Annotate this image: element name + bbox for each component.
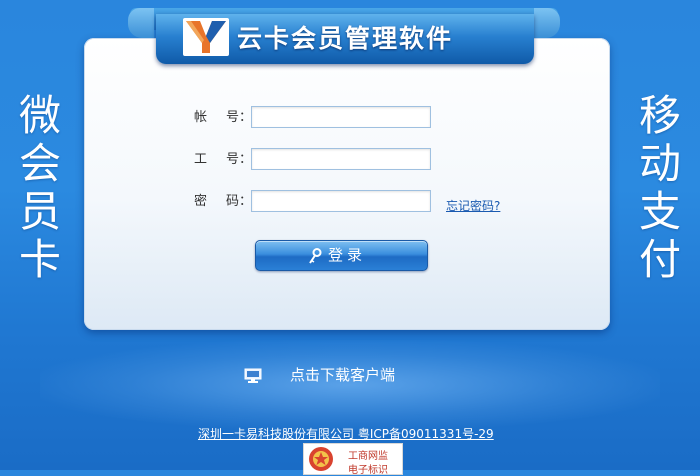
footer-copyright[interactable]: 深圳一卡易科技股份有限公司 粤ICP备09011331号-29 [198, 425, 494, 442]
login-button[interactable]: 登录 [255, 240, 428, 271]
side-left-char: 微 [18, 91, 61, 140]
emblem-icon [309, 447, 333, 471]
badge-line-1: 工商网监 [348, 451, 388, 462]
staff-label-b: 号： [226, 152, 253, 167]
download-client-link[interactable]: 点击下载客户端 [240, 360, 460, 390]
password-label-b: 码： [226, 194, 253, 209]
staff-label-a: 工 [194, 152, 208, 167]
password-label: 密 码： [194, 190, 253, 214]
key-icon [309, 248, 322, 264]
footer-company: 深圳一卡易科技股份有限公司 [198, 427, 355, 441]
computer-icon [244, 368, 262, 383]
footer-icp: 粤ICP备09011331号-29 [357, 427, 494, 441]
side-right-char: 支 [638, 187, 681, 236]
password-input[interactable] [251, 190, 431, 212]
download-label: 点击下载客户端 [290, 366, 396, 384]
account-label-b: 号： [226, 110, 253, 125]
side-slogan-left: 微 会 员 卡 [10, 92, 70, 284]
account-label: 帐 号： [194, 106, 253, 130]
side-right-char: 移 [638, 91, 681, 140]
side-left-char: 员 [18, 187, 61, 236]
account-label-a: 帐 [194, 110, 208, 125]
side-left-char: 会 [18, 139, 61, 188]
password-label-a: 密 [194, 194, 208, 209]
side-right-char: 动 [638, 139, 681, 188]
login-panel [84, 38, 610, 330]
account-input[interactable] [251, 106, 431, 128]
app-title: 云卡会员管理软件 [237, 24, 454, 53]
ribbon-curl-right [534, 8, 560, 38]
staff-input[interactable] [251, 148, 431, 170]
staff-label: 工 号： [194, 148, 253, 172]
side-slogan-right: 移 动 支 付 [630, 92, 690, 284]
side-right-char: 付 [638, 235, 681, 284]
login-button-label: 登录 [328, 246, 367, 264]
side-left-char: 卡 [18, 235, 61, 284]
forgot-password-link[interactable]: 忘记密码? [446, 197, 500, 214]
ribbon-curl-left [128, 8, 154, 38]
logo-icon [183, 18, 229, 56]
badge-line-2: 电子标识 [348, 465, 388, 476]
business-license-badge[interactable]: 工商网监 电子标识 [303, 443, 403, 476]
